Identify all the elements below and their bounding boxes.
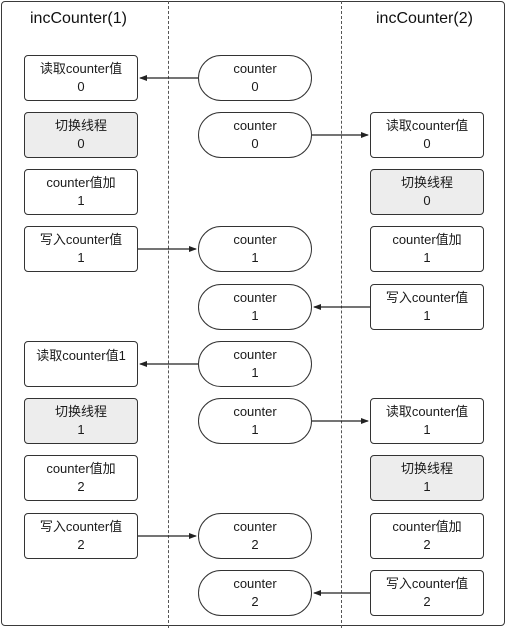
- counter-state: counter 1: [198, 226, 312, 272]
- counter-state: counter 2: [198, 513, 312, 559]
- counter-state: counter 0: [198, 112, 312, 158]
- left-step-increment: counter值加 2: [24, 455, 138, 501]
- state-value: 0: [251, 136, 259, 151]
- state-value: 1: [251, 308, 259, 323]
- step-value: 0: [77, 79, 85, 94]
- counter-state: counter 1: [198, 284, 312, 330]
- step-label: 切换线程: [400, 175, 453, 190]
- left-step-switch: 切换线程 0: [24, 112, 138, 158]
- right-step-switch: 切换线程 0: [370, 169, 484, 215]
- counter-state: counter 1: [198, 341, 312, 387]
- state-label: counter: [233, 232, 277, 247]
- counter-state: counter 1: [198, 398, 312, 444]
- state-label: counter: [233, 61, 277, 76]
- right-step-read: 读取counter值 1: [370, 398, 484, 444]
- step-value: 0: [77, 136, 85, 151]
- state-value: 2: [251, 594, 259, 609]
- left-step-write: 写入counter值 1: [24, 226, 138, 272]
- step-label: 读取counter值: [385, 118, 469, 133]
- state-label: counter: [233, 576, 277, 591]
- step-value: 1: [423, 479, 431, 494]
- step-value: 1: [423, 308, 431, 323]
- state-label: counter: [233, 118, 277, 133]
- state-label: counter: [233, 347, 277, 362]
- state-label: counter: [233, 519, 277, 534]
- lane-divider-right: [341, 1, 342, 628]
- state-label: counter: [233, 404, 277, 419]
- step-label: counter值加: [392, 232, 462, 247]
- step-label: 切换线程: [54, 404, 107, 419]
- state-value: 2: [251, 537, 259, 552]
- counter-state: counter 2: [198, 570, 312, 616]
- step-label: 写入counter值: [39, 232, 123, 247]
- right-step-increment: counter值加 2: [370, 513, 484, 559]
- step-value: 0: [423, 193, 431, 208]
- step-value: 2: [77, 537, 85, 552]
- left-step-read: 读取counter值1: [24, 341, 138, 387]
- left-step-increment: counter值加 1: [24, 169, 138, 215]
- step-label: 读取counter值: [39, 61, 123, 76]
- state-label: counter: [233, 290, 277, 305]
- step-value: 2: [423, 537, 431, 552]
- lane-title-thread-1: incCounter(1): [30, 10, 127, 27]
- step-label: 写入counter值: [39, 519, 123, 534]
- step-label: 读取counter值1: [36, 348, 126, 363]
- step-label: 切换线程: [400, 461, 453, 476]
- step-value: 0: [423, 136, 431, 151]
- step-value: 1: [423, 250, 431, 265]
- right-step-write: 写入counter值 1: [370, 284, 484, 330]
- step-label: 写入counter值: [385, 290, 469, 305]
- step-label: counter值加: [392, 519, 462, 534]
- step-value: 1: [77, 193, 85, 208]
- counter-state: counter 0: [198, 55, 312, 101]
- step-value: 1: [423, 422, 431, 437]
- state-value: 1: [251, 422, 259, 437]
- lane-divider-left: [168, 1, 169, 628]
- left-step-write: 写入counter值 2: [24, 513, 138, 559]
- right-step-switch: 切换线程 1: [370, 455, 484, 501]
- lane-title-thread-2: incCounter(2): [376, 10, 473, 27]
- left-step-switch: 切换线程 1: [24, 398, 138, 444]
- step-value: 1: [77, 422, 85, 437]
- right-step-write: 写入counter值 2: [370, 570, 484, 616]
- step-label: 读取counter值: [385, 404, 469, 419]
- step-label: 切换线程: [54, 118, 107, 133]
- step-value: 1: [77, 250, 85, 265]
- right-step-read: 读取counter值 0: [370, 112, 484, 158]
- state-value: 0: [251, 79, 259, 94]
- step-value: 2: [77, 479, 85, 494]
- step-label: 写入counter值: [385, 576, 469, 591]
- step-label: counter值加: [46, 175, 116, 190]
- state-value: 1: [251, 250, 259, 265]
- left-step-read: 读取counter值 0: [24, 55, 138, 101]
- state-value: 1: [251, 365, 259, 380]
- step-value: 2: [423, 594, 431, 609]
- right-step-increment: counter值加 1: [370, 226, 484, 272]
- step-label: counter值加: [46, 461, 116, 476]
